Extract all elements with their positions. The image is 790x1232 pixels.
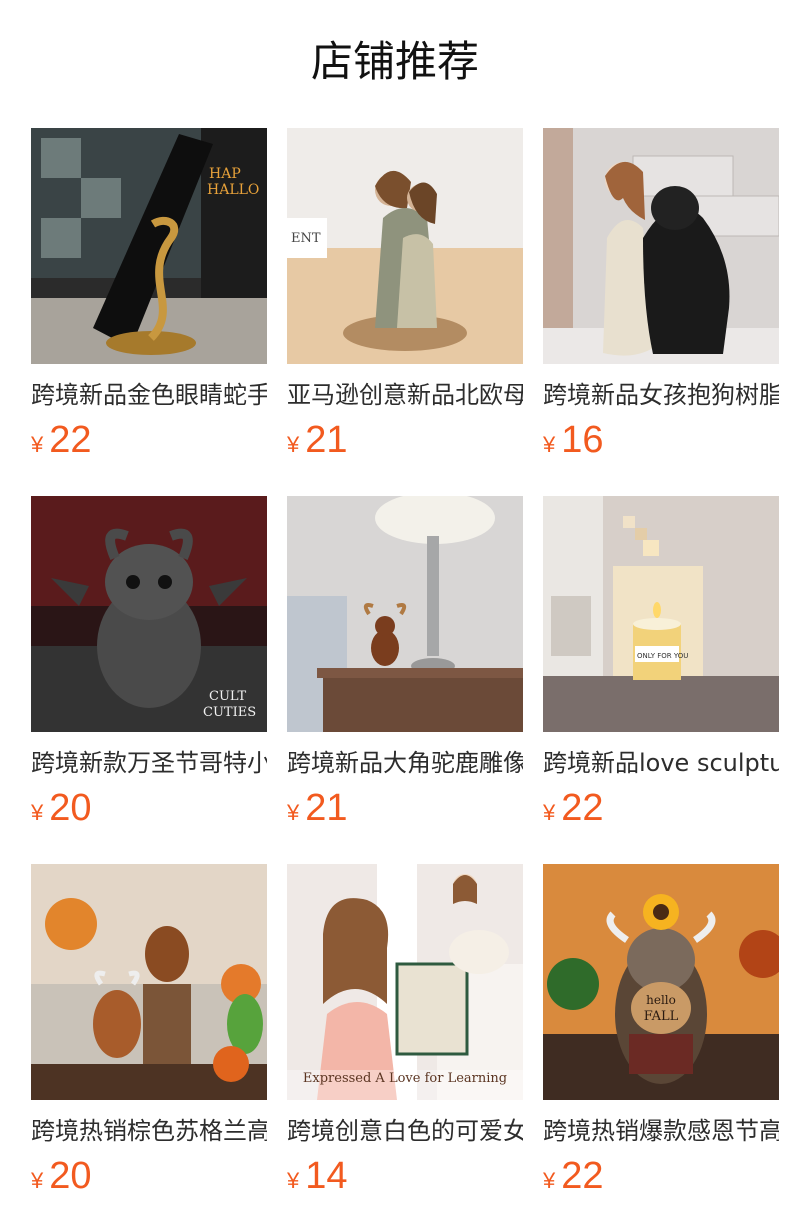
price-amount: 20 bbox=[49, 1155, 92, 1197]
highland-cow-figurines-image bbox=[31, 864, 267, 1100]
cult-cuties-logo: CULT bbox=[209, 689, 246, 704]
product-title[interactable]: 跨境新品金色眼睛蛇手机支架 bbox=[31, 378, 267, 412]
product-image[interactable]: CULT CUTIES bbox=[31, 496, 267, 732]
product-image[interactable] bbox=[543, 128, 779, 364]
price-amount: 22 bbox=[49, 419, 92, 461]
price-amount: 14 bbox=[305, 1155, 348, 1197]
product-image[interactable] bbox=[31, 864, 267, 1100]
currency-symbol: ¥ bbox=[31, 1168, 44, 1193]
svg-text:hello: hello bbox=[646, 993, 676, 1007]
price-amount: 22 bbox=[561, 787, 604, 829]
product-price: ¥22 bbox=[543, 786, 779, 830]
currency-symbol: ¥ bbox=[287, 432, 300, 457]
price-amount: 22 bbox=[561, 1155, 604, 1197]
svg-text:HAP: HAP bbox=[209, 166, 241, 182]
product-image[interactable]: ENT bbox=[287, 128, 523, 364]
currency-symbol: ¥ bbox=[543, 1168, 556, 1193]
currency-symbol: ¥ bbox=[543, 800, 556, 825]
product-card[interactable]: HAP HALLO 跨境新品金色眼睛蛇手机支架 ¥22 bbox=[31, 128, 267, 464]
product-image[interactable]: HAP HALLO bbox=[31, 128, 267, 364]
product-card[interactable]: Expressed A Love for Learning 跨境创意白色的可爱女… bbox=[287, 864, 523, 1200]
girl-reading-figurine-image: Expressed A Love for Learning bbox=[287, 864, 523, 1100]
product-card[interactable]: hello FALL 跨境热销爆款感恩节高地牛摆件 ¥22 bbox=[543, 864, 779, 1200]
currency-symbol: ¥ bbox=[287, 1168, 300, 1193]
currency-symbol: ¥ bbox=[31, 800, 44, 825]
product-image[interactable]: ONLY FOR YOU bbox=[543, 496, 779, 732]
product-price: ¥20 bbox=[31, 786, 267, 830]
price-amount: 21 bbox=[305, 419, 348, 461]
product-image[interactable]: Expressed A Love for Learning bbox=[287, 864, 523, 1100]
svg-text:FALL: FALL bbox=[644, 1009, 679, 1024]
currency-symbol: ¥ bbox=[287, 800, 300, 825]
product-price: ¥20 bbox=[31, 1154, 267, 1198]
product-price: ¥14 bbox=[287, 1154, 523, 1198]
product-card[interactable]: 跨境新品大角驼鹿雕像摆件 ¥21 bbox=[287, 496, 523, 832]
product-price: ¥22 bbox=[543, 1154, 779, 1198]
product-price: ¥21 bbox=[287, 786, 523, 830]
product-title[interactable]: 跨境新款万圣节哥特小怪兽摆件 bbox=[31, 746, 267, 780]
svg-text:CUTIES: CUTIES bbox=[203, 705, 256, 720]
product-card[interactable]: ENT 亚马逊创意新品北欧母女拥抱摆件 ¥21 bbox=[287, 128, 523, 464]
product-title[interactable]: 跨境热销爆款感恩节高地牛摆件 bbox=[543, 1114, 779, 1148]
product-title[interactable]: 跨境新品love sculpture bbox=[543, 746, 779, 780]
product-image[interactable]: hello FALL bbox=[543, 864, 779, 1100]
product-card[interactable]: 跨境新品女孩抱狗树脂摆件 ¥16 bbox=[543, 128, 779, 464]
girl-hugging-dog-figurine-image bbox=[543, 128, 779, 364]
currency-symbol: ¥ bbox=[543, 432, 556, 457]
product-grid: HAP HALLO 跨境新品金色眼睛蛇手机支架 ¥22 ENT bbox=[0, 128, 790, 1232]
currency-symbol: ¥ bbox=[31, 432, 44, 457]
golden-snake-phone-stand-image: HAP HALLO bbox=[31, 128, 267, 364]
price-amount: 21 bbox=[305, 787, 348, 829]
thanksgiving-highland-cow-image: hello FALL bbox=[543, 864, 779, 1100]
product-image[interactable] bbox=[287, 496, 523, 732]
page-title: 店铺推荐 bbox=[310, 37, 479, 86]
product-card[interactable]: 跨境热销棕色苏格兰高地牛摆件 ¥20 bbox=[31, 864, 267, 1200]
product-title[interactable]: 亚马逊创意新品北欧母女拥抱摆件 bbox=[287, 378, 523, 412]
mother-daughter-hug-figurine-image: ENT bbox=[287, 128, 523, 364]
candle-holder-sculpture-image: ONLY FOR YOU bbox=[543, 496, 779, 732]
moose-figurine-by-lamp-image bbox=[287, 496, 523, 732]
product-title[interactable]: 跨境新品女孩抱狗树脂摆件 bbox=[543, 378, 779, 412]
product-card[interactable]: ONLY FOR YOU 跨境新品love sculpture ¥22 bbox=[543, 496, 779, 832]
svg-text:ONLY FOR YOU: ONLY FOR YOU bbox=[637, 652, 688, 660]
image-caption: Expressed A Love for Learning bbox=[303, 1071, 507, 1086]
product-price: ¥16 bbox=[543, 418, 779, 462]
price-amount: 16 bbox=[561, 419, 604, 461]
svg-text:HALLO: HALLO bbox=[207, 182, 259, 198]
product-title[interactable]: 跨境创意白色的可爱女孩读书摆件 bbox=[287, 1114, 523, 1148]
product-title[interactable]: 跨境热销棕色苏格兰高地牛摆件 bbox=[31, 1114, 267, 1148]
product-price: ¥22 bbox=[31, 418, 267, 462]
svg-text:ENT: ENT bbox=[291, 231, 321, 246]
gothic-winged-creature-figurine-image: CULT CUTIES bbox=[31, 496, 267, 732]
product-price: ¥21 bbox=[287, 418, 523, 462]
product-title[interactable]: 跨境新品大角驼鹿雕像摆件 bbox=[287, 746, 523, 780]
product-card[interactable]: CULT CUTIES 跨境新款万圣节哥特小怪兽摆件 ¥20 bbox=[31, 496, 267, 832]
price-amount: 20 bbox=[49, 787, 92, 829]
